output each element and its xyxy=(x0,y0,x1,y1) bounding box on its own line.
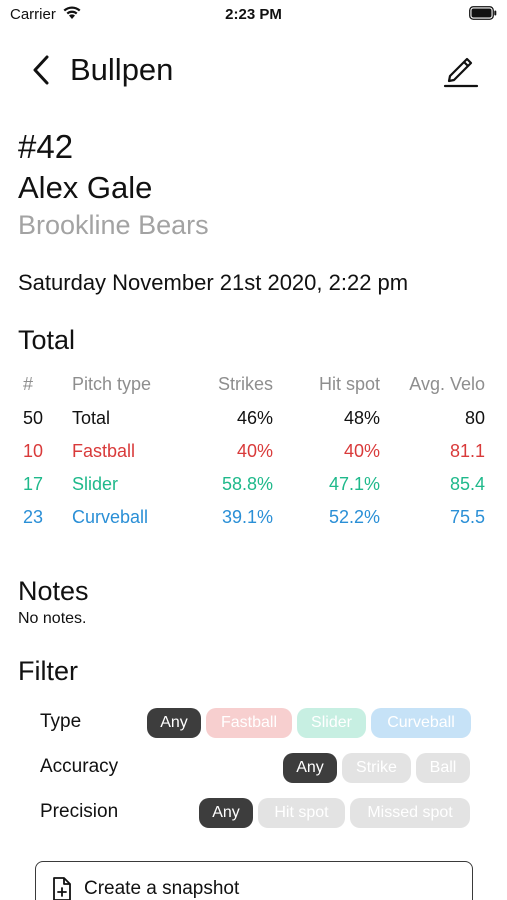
cell-avg-velo: 80 xyxy=(464,408,485,428)
cell-hit-spot: 52.2% xyxy=(328,507,380,527)
page-title: Bullpen xyxy=(70,52,174,87)
cell-count: 17 xyxy=(23,474,44,494)
column-header-count: # xyxy=(23,374,34,394)
precision-chip-hit-spot[interactable]: Hit spot xyxy=(258,798,345,828)
filter-accuracy-label: Accuracy xyxy=(40,756,119,777)
type-chip-fastball[interactable]: Fastball xyxy=(206,708,292,738)
cell-hit-spot: 40% xyxy=(343,441,380,461)
filter-row-type: Type Any Fastball Slider Curveball xyxy=(0,706,507,740)
cell-strikes: 40% xyxy=(236,441,273,461)
pencil-icon xyxy=(443,57,479,88)
navigation-bar: Bullpen xyxy=(0,40,507,100)
cell-count: 50 xyxy=(23,408,44,428)
precision-chip-missed-spot[interactable]: Missed spot xyxy=(350,798,470,828)
cell-count: 23 xyxy=(23,507,44,527)
accuracy-chip-any[interactable]: Any xyxy=(283,753,337,783)
table-row-curveball: 23 Curveball 39.1% 52.2% 75.5 xyxy=(0,503,507,533)
cell-avg-velo: 81.1 xyxy=(449,441,485,461)
cell-pitch-type: Fastball xyxy=(72,441,136,461)
clock: 2:23 PM xyxy=(225,6,282,23)
table-header: # Pitch type Strikes Hit spot Avg. Velo xyxy=(0,370,507,400)
notes-heading: Notes xyxy=(18,576,89,606)
battery-icon xyxy=(469,6,497,20)
back-button[interactable]: Bullpen xyxy=(30,50,173,90)
cell-count: 10 xyxy=(23,441,44,461)
create-snapshot-button[interactable]: Create a snapshot xyxy=(35,861,473,900)
player-number: #42 xyxy=(18,128,74,165)
filter-heading: Filter xyxy=(18,656,78,686)
column-header-strikes: Strikes xyxy=(217,374,273,394)
cell-strikes: 39.1% xyxy=(221,507,273,527)
column-header-avg-velo: Avg. Velo xyxy=(409,374,485,394)
cell-strikes: 46% xyxy=(236,408,273,428)
status-bar: Carrier 2:23 PM xyxy=(0,0,507,30)
cell-hit-spot: 48% xyxy=(343,408,380,428)
filter-row-precision: Precision Any Hit spot Missed spot xyxy=(0,796,507,830)
cell-pitch-type: Total xyxy=(72,408,111,428)
column-header-hit-spot: Hit spot xyxy=(318,374,380,394)
create-snapshot-label: Create a snapshot xyxy=(84,878,240,899)
type-chip-slider[interactable]: Slider xyxy=(297,708,366,738)
cell-hit-spot: 47.1% xyxy=(328,474,380,494)
player-name: Alex Gale xyxy=(18,170,153,205)
accuracy-chip-strike[interactable]: Strike xyxy=(342,753,411,783)
filter-precision-label: Precision xyxy=(40,801,119,822)
accuracy-chip-ball[interactable]: Ball xyxy=(416,753,470,783)
filter-row-accuracy: Accuracy Any Strike Ball xyxy=(0,751,507,785)
table-row-total: 50 Total 46% 48% 80 xyxy=(0,404,507,434)
edit-button[interactable] xyxy=(440,48,482,90)
type-chip-curveball[interactable]: Curveball xyxy=(371,708,471,738)
file-plus-icon xyxy=(53,877,71,900)
cell-avg-velo: 85.4 xyxy=(449,474,485,494)
team-name: Brookline Bears xyxy=(18,210,209,240)
cell-strikes: 58.8% xyxy=(221,474,273,494)
total-heading: Total xyxy=(18,325,76,355)
notes-text: No notes. xyxy=(18,610,87,627)
chevron-left-icon xyxy=(33,55,49,85)
table-row-fastball: 10 Fastball 40% 40% 81.1 xyxy=(0,437,507,467)
table-row-slider: 17 Slider 58.8% 47.1% 85.4 xyxy=(0,470,507,500)
cell-pitch-type: Curveball xyxy=(72,507,149,527)
cell-avg-velo: 75.5 xyxy=(449,507,485,527)
session-date: Saturday November 21st 2020, 2:22 pm xyxy=(18,270,409,295)
type-chip-any[interactable]: Any xyxy=(147,708,201,738)
cell-pitch-type: Slider xyxy=(72,474,119,494)
precision-chip-any[interactable]: Any xyxy=(199,798,253,828)
column-header-pitch-type: Pitch type xyxy=(72,374,152,394)
filter-type-label: Type xyxy=(40,711,82,732)
